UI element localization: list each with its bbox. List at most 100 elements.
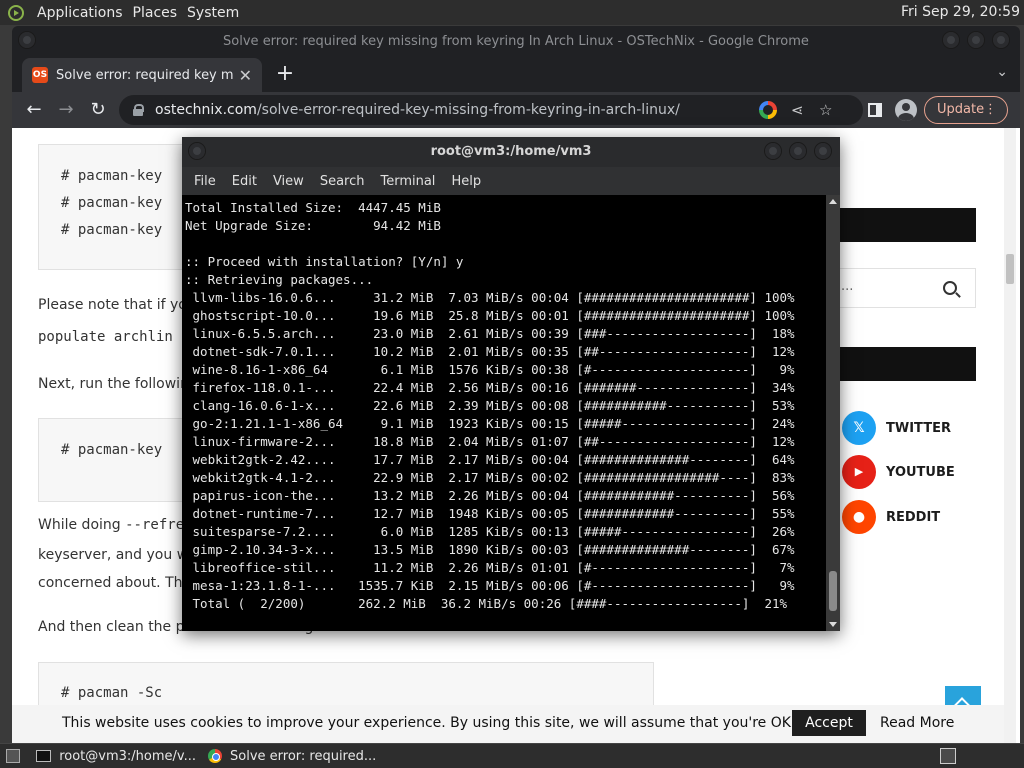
terminal-line: linux-firmware-2... 18.8 MiB 2.04 MiB/s … [185,434,795,449]
terminal-line: gimp-2.10.34-3-x... 13.5 MiB 1890 KiB/s … [185,542,795,557]
window-menu-button[interactable] [18,31,36,49]
address-bar[interactable]: ostechnix.com/solve-error-required-key-m… [119,95,863,125]
menu-search[interactable]: Search [312,174,373,189]
terminal-output[interactable]: Total Installed Size: 4447.45 MiB Net Upg… [182,195,826,631]
update-button[interactable]: Update ⋮ [924,96,1008,124]
terminal-line: clang-16.0.6-1-x... 22.6 MiB 2.39 MiB/s … [185,398,795,413]
terminal-line: mesa-1:23.1.8-1-... 1535.7 KiB 2.15 MiB/… [185,578,795,593]
tab-strip: OS Solve error: required key missi ✕ + ⌄ [12,58,1020,92]
ostechnix-favicon-icon: OS [32,67,48,83]
sidebar-heading-bar [832,208,976,242]
back-button[interactable]: ← [22,98,46,122]
workspace-switcher-icon[interactable] [940,748,956,764]
cookie-text: This website uses cookies to improve you… [62,715,844,731]
social-label: TWITTER [886,420,951,436]
os-logo-icon[interactable] [8,4,24,21]
menu-file[interactable]: File [186,174,224,189]
terminal-close-button[interactable] [814,142,832,160]
reddit-icon: ● [842,500,876,534]
terminal-line: :: Retrieving packages... [185,272,374,287]
share-icon[interactable]: ⋖ [791,100,804,120]
terminal-line: webkit2gtk-4.1-2... 22.9 MiB 2.17 MiB/s … [185,470,795,485]
code-block: # pacman-key # pacman-key # pacman-key [38,144,198,270]
clock[interactable]: Fri Sep 29, 20:59 [901,4,1020,20]
minimize-button[interactable] [942,31,960,49]
terminal-line: libreoffice-stil... 11.2 MiB 2.26 MiB/s … [185,560,795,575]
url-host: ostechnix.com [155,102,257,118]
page-scrollbar[interactable] [1004,128,1016,743]
terminal-line: dotnet-runtime-7... 12.7 MiB 1948 KiB/s … [185,506,795,521]
menu-view[interactable]: View [265,174,312,189]
terminal-line: Net Upgrade Size: 94.42 MiB [185,218,441,233]
browser-tab[interactable]: OS Solve error: required key missi ✕ [22,58,262,92]
top-panel: Applications Places System Fri Sep 29, 2… [0,0,1024,25]
more-menu-icon[interactable]: ⋮ [984,97,997,123]
browser-toolbar: ← → ↻ ostechnix.com/solve-error-required… [12,92,1020,128]
new-tab-button[interactable]: + [272,61,298,87]
menu-edit[interactable]: Edit [224,174,265,189]
terminal-line: firefox-118.0.1-... 22.4 MiB 2.56 MiB/s … [185,380,795,395]
scroll-up-arrow-icon[interactable] [829,199,837,204]
google-lens-icon[interactable] [759,101,777,119]
accept-cookies-button[interactable]: Accept [792,710,866,736]
terminal-minimize-button[interactable] [764,142,782,160]
paragraph-text: Please note that if yo [38,297,187,313]
menu-help[interactable]: Help [443,174,489,189]
chrome-window-title: Solve error: required key missing from k… [223,34,809,49]
inline-code: populate archlin [38,329,173,345]
menu-terminal[interactable]: Terminal [372,174,443,189]
tab-search-chevron-icon[interactable]: ⌄ [996,64,1008,80]
terminal-title: root@vm3:/home/vm3 [182,137,840,167]
code-line: # pacman-key [61,442,163,458]
bookmark-star-icon[interactable]: ☆ [819,100,832,120]
terminal-line: ghostscript-10.0... 19.6 MiB 25.8 MiB/s … [185,308,795,323]
terminal-scroll-thumb[interactable] [829,571,837,611]
system-menu[interactable]: System [182,5,244,21]
page-scroll-thumb[interactable] [1006,254,1014,284]
search-icon[interactable] [943,281,957,295]
taskbar-item-chrome[interactable]: Solve error: required... [202,746,402,766]
terminal-line: llvm-libs-16.0.6... 31.2 MiB 7.03 MiB/s … [185,290,795,305]
terminal-window-menu-button[interactable] [188,142,206,160]
chrome-icon [208,749,222,763]
search-placeholder: ... [841,279,854,294]
taskbar-item-terminal[interactable]: root@vm3:/home/v... [30,746,202,766]
paragraph-text: concerned about. Th [38,575,183,591]
paragraph-text: Next, run the followin [38,376,189,392]
terminal-scrollbar[interactable] [826,195,840,631]
code-line: # pacman-key [61,168,163,184]
terminal-line: papirus-icon-the... 13.2 MiB 2.26 MiB/s … [185,488,795,503]
side-panel-icon[interactable] [868,103,882,117]
applications-menu[interactable]: Applications [32,5,128,21]
terminal-line: wine-8.16-1-x86_64 6.1 MiB 1576 KiB/s 00… [185,362,795,377]
social-link-twitter[interactable]: 𝕏 TWITTER [842,411,951,445]
terminal-line: dotnet-sdk-7.0.1... 10.2 MiB 2.01 MiB/s … [185,344,795,359]
reload-button[interactable]: ↻ [86,98,110,122]
read-more-link[interactable]: Read More [880,715,954,731]
terminal-icon [36,750,52,762]
social-link-reddit[interactable]: ● REDDIT [842,500,940,534]
taskbar-item-label: root@vm3:/home/v... [59,748,196,764]
code-line: # pacman-key [61,222,163,238]
terminal-line: go-2:1.21.1-1-x86_64 9.1 MiB 1923 KiB/s … [185,416,795,431]
lock-icon[interactable] [133,104,144,116]
terminal-line: :: Proceed with installation? [Y/n] y [185,254,464,269]
maximize-button[interactable] [967,31,985,49]
scroll-down-arrow-icon[interactable] [829,622,837,627]
show-desktop-icon[interactable] [6,749,20,763]
sidebar-search-box[interactable]: ... [832,268,976,308]
social-link-youtube[interactable]: ▶ YOUTUBE [842,455,955,489]
close-window-button[interactable] [992,31,1010,49]
terminal-maximize-button[interactable] [789,142,807,160]
profile-avatar-icon[interactable] [895,99,917,121]
terminal-line: Total Installed Size: 4447.45 MiB [185,200,441,215]
terminal-window: root@vm3:/home/vm3 File Edit View Search… [182,137,840,631]
places-menu[interactable]: Places [128,5,183,21]
paragraph-prefix: And then clean the p [38,619,185,635]
code-line: # pacman-key [61,195,163,211]
forward-button[interactable]: → [54,98,78,122]
terminal-menubar: File Edit View Search Terminal Help [182,167,840,195]
twitter-icon: 𝕏 [842,411,876,445]
tab-close-icon[interactable]: ✕ [239,66,252,85]
